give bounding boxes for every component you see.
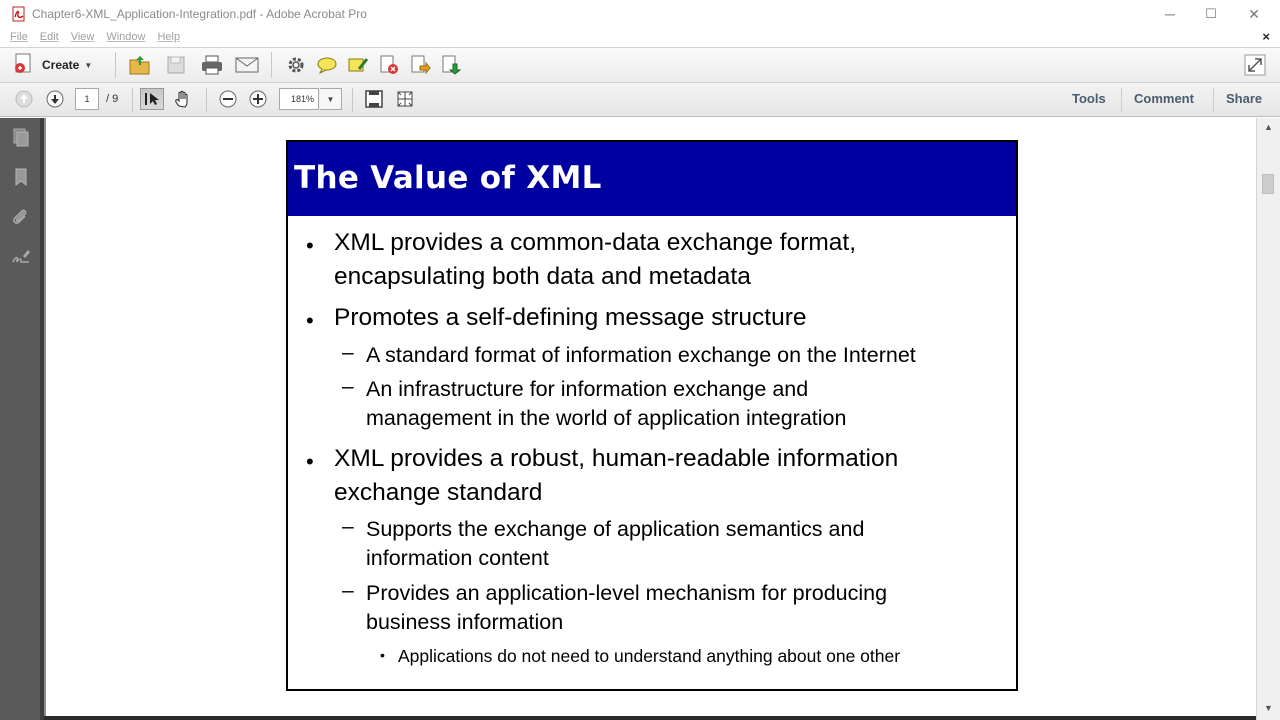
vertical-scrollbar[interactable]: ▲ ▼ — [1256, 118, 1280, 720]
export-page-icon[interactable] — [408, 53, 432, 77]
sub-bullet-item: Provides an application-level mechanism … — [366, 579, 1006, 637]
import-page-icon[interactable] — [439, 53, 463, 77]
window-title: Chapter6-XML_Application-Integration.pdf… — [32, 7, 367, 21]
comment-pane-button[interactable]: Comment — [1134, 91, 1194, 106]
bullet-marker: • — [306, 233, 314, 258]
toolbar-separator — [1213, 88, 1214, 112]
zoom-level-input[interactable]: 181% — [279, 88, 319, 110]
tools-pane-button[interactable]: Tools — [1072, 91, 1106, 106]
page-number-input[interactable]: 1 — [75, 88, 99, 110]
bottom-border — [44, 716, 1256, 720]
zoom-dropdown-button[interactable]: ▼ — [320, 88, 342, 110]
highlight-icon[interactable] — [346, 53, 370, 77]
bullet-line: encapsulating both data and metadata — [334, 263, 751, 290]
page-thumbnails-icon[interactable] — [10, 126, 32, 148]
signatures-icon[interactable] — [10, 246, 32, 268]
toolbar-separator — [115, 52, 116, 78]
bullet-marker: • — [306, 308, 314, 333]
toolbar-separator — [132, 88, 133, 112]
bullet-line: management in the world of application i… — [366, 406, 847, 430]
sub-bullet-marker: – — [342, 515, 354, 538]
slide-title: The Value of XML — [294, 160, 602, 196]
maximize-button[interactable]: ☐ — [1189, 0, 1233, 28]
create-button[interactable]: Create ▼ — [12, 53, 92, 77]
bullet-line: Promotes a self-defining message structu… — [334, 304, 807, 331]
bullet-line: Supports the exchange of application sem… — [366, 517, 865, 541]
next-page-icon[interactable] — [43, 88, 67, 110]
main-toolbar — [0, 47, 1280, 83]
menu-bar: File Edit View Window Help × — [0, 28, 1280, 46]
toolbar-separator — [1121, 88, 1122, 112]
bullet-line: information content — [366, 546, 549, 570]
slide-header-bar: The Value of XML — [288, 142, 1016, 216]
sub-bullet-item: An infrastructure for information exchan… — [366, 375, 1006, 433]
hand-tool-icon[interactable] — [171, 88, 195, 110]
gear-icon[interactable] — [284, 53, 308, 77]
bullet-line: Applications do not need to understand a… — [398, 646, 901, 666]
comment-bubble-icon[interactable] — [315, 53, 339, 77]
menu-edit[interactable]: Edit — [40, 31, 59, 43]
bullet-line: An infrastructure for information exchan… — [366, 377, 809, 401]
attachments-icon[interactable] — [10, 206, 32, 228]
scroll-up-arrow[interactable]: ▲ — [1264, 122, 1273, 132]
previous-page-icon[interactable] — [12, 88, 36, 110]
scroll-down-arrow[interactable]: ▼ — [1264, 703, 1273, 713]
bullet-item: XML provides a robust, human-readable in… — [334, 442, 1004, 510]
toolbar-separator — [206, 88, 207, 112]
bullet-line: business information — [366, 610, 564, 634]
fit-page-icon[interactable] — [362, 88, 386, 110]
bookmarks-icon[interactable] — [10, 166, 32, 188]
fullscreen-icon[interactable] — [1243, 53, 1267, 77]
menu-view[interactable]: View — [71, 31, 95, 43]
zoom-in-icon[interactable] — [246, 88, 270, 110]
print-icon[interactable] — [200, 53, 224, 77]
bullet-item: Promotes a self-defining message structu… — [334, 301, 1004, 335]
create-label: Create — [42, 58, 80, 72]
title-bar: Chapter6-XML_Application-Integration.pdf… — [0, 0, 1280, 28]
sub-bullet-marker: – — [342, 375, 354, 398]
bullet-line: XML provides a robust, human-readable in… — [334, 445, 899, 472]
bullet-marker: • — [306, 449, 314, 474]
sub-bullet-item: Supports the exchange of application sem… — [366, 515, 1006, 573]
create-dropdown-caret: ▼ — [84, 60, 93, 70]
zoom-out-icon[interactable] — [216, 88, 240, 110]
email-icon[interactable] — [235, 53, 259, 77]
open-folder-icon[interactable] — [128, 53, 152, 77]
close-window-button[interactable]: ✕ — [1232, 0, 1276, 28]
close-document-button[interactable]: × — [1262, 29, 1270, 44]
bullet-item: XML provides a common-data exchange form… — [334, 226, 1004, 294]
bullet-line: Provides an application-level mechanism … — [366, 581, 888, 605]
menu-window[interactable]: Window — [106, 31, 145, 43]
menu-file[interactable]: File — [10, 31, 28, 43]
select-tool-icon[interactable] — [140, 88, 164, 110]
sub-sub-bullet-marker: • — [380, 647, 385, 663]
left-navigation-pane — [0, 118, 44, 720]
fit-width-icon[interactable] — [393, 88, 417, 110]
sub-sub-bullet-item: Applications do not need to understand a… — [398, 645, 1008, 667]
bullet-line: A standard format of information exchang… — [366, 343, 916, 367]
bullet-line: XML provides a common-data exchange form… — [334, 229, 857, 256]
scrollbar-thumb[interactable] — [1262, 174, 1274, 194]
toolbar-separator — [352, 88, 353, 112]
sub-bullet-marker: – — [342, 579, 354, 602]
share-pane-button[interactable]: Share — [1226, 91, 1262, 106]
page-border — [44, 118, 46, 720]
pdf-page: The Value of XML • XML provides a common… — [286, 140, 1018, 691]
toolbar-separator — [271, 52, 272, 78]
save-icon[interactable] — [164, 53, 188, 77]
menu-help[interactable]: Help — [157, 31, 180, 43]
sub-bullet-item: A standard format of information exchang… — [366, 341, 1006, 370]
page-total: / 9 — [106, 93, 119, 105]
sub-bullet-marker: – — [342, 341, 354, 364]
create-pdf-icon — [12, 51, 36, 80]
bullet-line: exchange standard — [334, 479, 543, 506]
pdf-file-icon — [11, 6, 27, 22]
delete-page-icon[interactable] — [377, 53, 401, 77]
minimize-button[interactable]: ─ — [1148, 0, 1192, 28]
